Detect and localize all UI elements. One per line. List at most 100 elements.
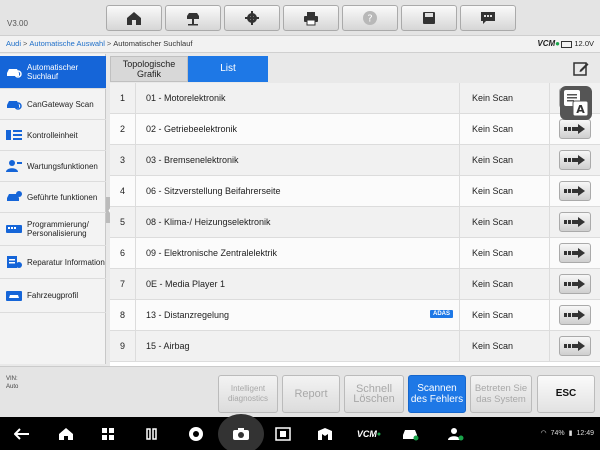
enter-system-button[interactable]: Betreten Sie das System — [470, 375, 532, 413]
help-icon: ? — [363, 11, 377, 25]
intelligent-diagnostics-button[interactable]: Intelligent diagnostics — [218, 375, 278, 413]
edit-icon[interactable] — [572, 60, 590, 78]
battery-icon: ▮ — [568, 430, 573, 437]
tab-topology[interactable]: Topologische Grafik — [110, 56, 188, 82]
breadcrumb-item-current: Automatischer Suchlauf — [113, 39, 193, 48]
programming-icon — [5, 222, 23, 236]
enter-system-button[interactable] — [559, 181, 591, 201]
table-row[interactable]: 5 08 - Klima-/ Heizungselektronik Kein S… — [110, 207, 600, 238]
browser-icon — [189, 427, 203, 441]
mechanic-shortcut-button[interactable] — [445, 424, 465, 444]
camera-icon — [233, 428, 249, 440]
arrow-right-icon — [564, 186, 585, 196]
sidebar-item-programmierung[interactable]: Programmierung/ Personalisierung — [0, 213, 106, 246]
scan-faults-button[interactable]: Scannen des Fehlers — [408, 375, 466, 413]
module-list-icon — [5, 128, 23, 142]
sidebar-item-reparatur[interactable]: Reparatur Information — [0, 246, 106, 279]
table-row[interactable]: 3 03 - Bremsenelektronik Kein Scan — [110, 145, 600, 176]
enter-system-button[interactable] — [559, 274, 591, 294]
arrow-right-icon — [564, 310, 585, 320]
arrow-right-icon — [564, 341, 585, 351]
vcm-status: VCM● — [537, 39, 560, 48]
enter-system-button[interactable] — [559, 212, 591, 232]
clock: 12:49 — [576, 429, 594, 437]
table-row[interactable]: 2 02 - Getriebeelektronik Kein Scan — [110, 114, 600, 145]
battery-level: 74% — [550, 429, 565, 437]
view-tabs: Topologische Grafik List — [110, 56, 600, 82]
screenshot-icon — [275, 427, 291, 441]
camera-button[interactable] — [231, 424, 251, 444]
car-scan-icon — [5, 97, 23, 111]
home-icon — [127, 12, 141, 25]
apps-grid-button[interactable] — [98, 424, 118, 444]
adas-badge: ADAS — [429, 310, 453, 318]
enter-system-button[interactable] — [559, 243, 591, 263]
back-icon — [14, 428, 29, 440]
sidebar-item-kontrolleinheit[interactable]: Kontrolleinheit — [0, 120, 106, 151]
settings-button[interactable] — [224, 5, 280, 31]
sidebar-item-cangateway[interactable]: CanGateway Scan — [0, 89, 106, 120]
screenshot-button[interactable] — [273, 424, 293, 444]
arrow-right-icon — [564, 248, 585, 258]
autel-m-icon — [318, 428, 332, 440]
arrow-right-icon — [564, 217, 585, 227]
table-row[interactable]: 4 06 - Sitzverstellung Beifahrerseite Ke… — [110, 176, 600, 207]
table-row[interactable]: 6 09 - Elektronische Zentralelektrik Kei… — [110, 238, 600, 269]
table-row[interactable]: 9 15 - Airbag Kein Scan — [110, 331, 600, 362]
enter-system-button[interactable] — [559, 119, 591, 139]
sidebar-item-auto-scan[interactable]: Automatischer Suchlauf — [0, 56, 106, 89]
table-row[interactable]: 7 0E - Media Player 1 Kein Scan — [110, 269, 600, 300]
breadcrumb-item-auto-select[interactable]: Automatische Auswahl — [29, 39, 104, 48]
sidebar-item-gefuehrte[interactable]: Geführte funktionen — [0, 182, 106, 213]
help-button[interactable]: ? — [342, 5, 398, 31]
report-button[interactable]: Report — [282, 375, 340, 413]
guided-car-icon — [5, 190, 23, 204]
back-button[interactable] — [12, 424, 32, 444]
svg-text:A: A — [576, 103, 585, 116]
system-nav-bar: VCM ● ◠ 74% ▮ 12:49 — [0, 414, 600, 450]
system-list-table: 1 01 - Motorelektronik Kein Scan 2 02 - … — [110, 83, 600, 366]
battery-icon — [561, 40, 573, 48]
table-row[interactable]: 8 13 - Distanzregelung ADAS Kein Scan — [110, 300, 600, 331]
version-label: V3.00 — [7, 19, 28, 28]
wifi-icon: ◠ — [540, 430, 547, 437]
sidebar-item-wartung[interactable]: Wartungsfunktionen — [0, 151, 106, 182]
car-shortcut-button[interactable] — [400, 424, 420, 444]
vehicle-lift-button[interactable] — [165, 5, 221, 31]
print-button[interactable] — [283, 5, 339, 31]
sidebar: Automatischer Suchlauf CanGateway Scan K… — [0, 54, 106, 364]
home-button[interactable] — [106, 5, 162, 31]
enter-system-button[interactable] — [559, 336, 591, 356]
home-nav-button[interactable] — [56, 424, 76, 444]
repair-info-icon — [5, 255, 23, 269]
esc-button[interactable]: ESC — [537, 375, 595, 413]
gear-icon — [245, 11, 259, 25]
save-button[interactable] — [401, 5, 457, 31]
voltage-status: 12.0V — [561, 36, 594, 52]
printer-icon — [304, 12, 318, 26]
app-window: V3.00 ? Audi > Automatische Auswahl > Automa… — [0, 0, 600, 450]
enter-system-button[interactable] — [559, 305, 591, 325]
message-button[interactable] — [460, 5, 516, 31]
vin-info: VIN: Auto — [6, 376, 19, 390]
enter-system-button[interactable] — [559, 150, 591, 170]
tab-list[interactable]: List — [188, 56, 268, 82]
breadcrumb-item-audi[interactable]: Audi — [6, 39, 21, 48]
save-icon — [423, 12, 435, 24]
mechanic-icon — [448, 428, 464, 441]
arrow-right-icon — [564, 124, 585, 134]
car-scan-icon — [5, 65, 23, 79]
sidebar-item-fahrzeugprofil[interactable]: Fahrzeugprofil — [0, 279, 106, 313]
grid-icon — [102, 428, 114, 440]
table-row[interactable]: 1 01 - Motorelektronik Kein Scan — [110, 83, 600, 114]
recents-button[interactable] — [142, 424, 162, 444]
translate-icon: A — [564, 90, 589, 117]
action-bar: VIN: Auto Intelligent diagnostics Report … — [0, 366, 600, 417]
recents-icon — [146, 428, 157, 440]
translate-overlay-button[interactable]: A — [560, 86, 592, 120]
quick-clear-button[interactable]: Schnell Löschen — [344, 375, 404, 413]
vcm-nav-button[interactable]: VCM ● — [356, 424, 382, 444]
autel-home-button[interactable] — [315, 424, 335, 444]
car-profile-icon — [5, 289, 23, 303]
chrome-button[interactable] — [186, 424, 206, 444]
